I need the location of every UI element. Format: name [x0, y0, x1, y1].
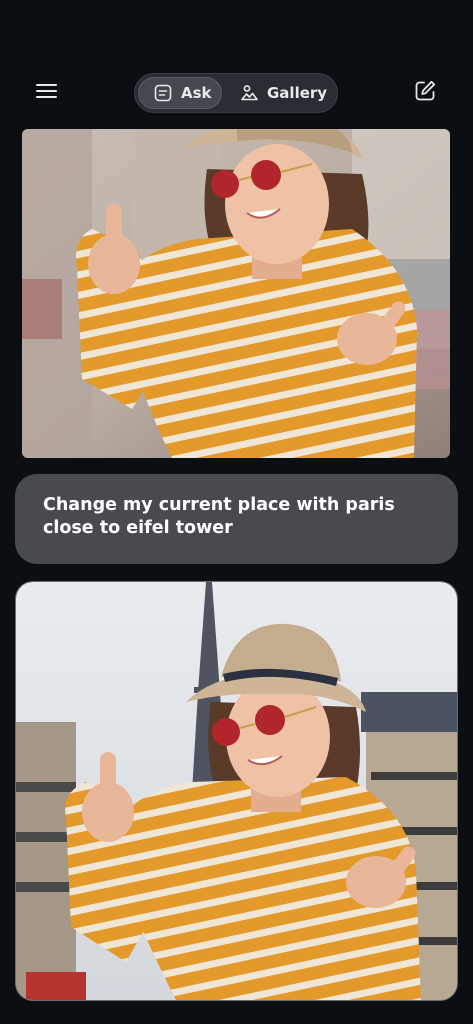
user-prompt-text: Change my current place with paris close… [43, 495, 395, 538]
menu-button[interactable] [34, 81, 60, 105]
generated-result-photo[interactable] [15, 581, 458, 1001]
chat-note-icon [153, 83, 173, 103]
user-prompt-bubble: Change my current place with paris close… [15, 474, 458, 564]
tab-ask-label: Ask [181, 84, 212, 102]
tab-gallery-label: Gallery [267, 84, 328, 102]
new-chat-button[interactable] [412, 80, 438, 106]
woman-paris-eiffel-photo [16, 582, 457, 1000]
edit-compose-icon [413, 79, 437, 107]
tab-gallery[interactable]: Gallery [231, 77, 335, 109]
top-bar: Ask Gallery [0, 70, 473, 116]
mode-switcher: Ask Gallery [134, 73, 338, 113]
woman-city-photo [22, 129, 450, 458]
image-gallery-icon [239, 83, 259, 103]
hamburger-menu-icon [36, 83, 58, 103]
tab-ask[interactable]: Ask [138, 77, 222, 109]
user-uploaded-photo[interactable] [22, 129, 450, 458]
